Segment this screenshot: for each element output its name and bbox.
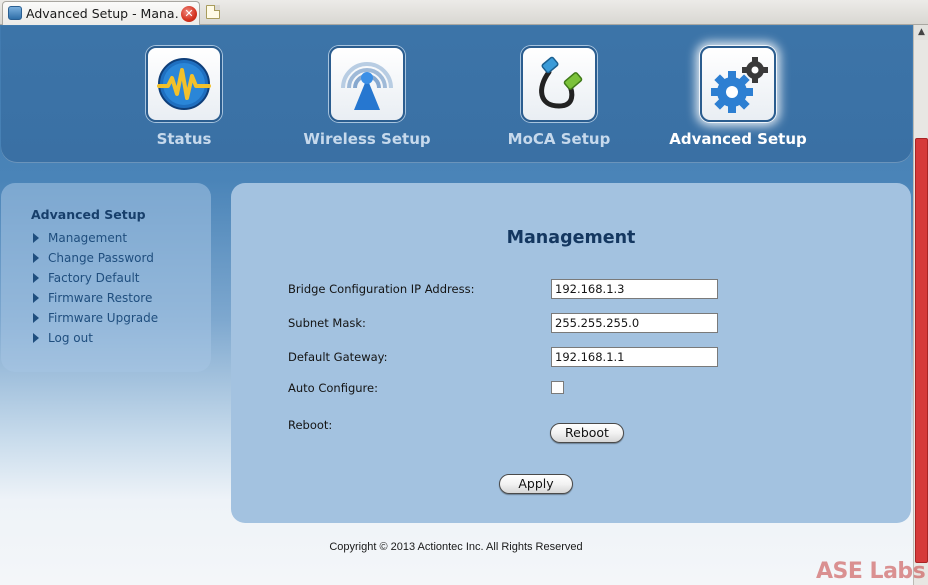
browser-tab[interactable]: Advanced Setup - Mana… ✕ [2, 1, 200, 25]
top-navigation: Status Wireless Setup MoCA Setup Advance… [1, 26, 912, 163]
scrollbar-thumb[interactable] [915, 138, 928, 563]
nav-status-label: Status [156, 130, 212, 148]
triangle-right-icon [33, 273, 39, 283]
nav-moca-setup-label: MoCA Setup [507, 130, 611, 148]
sidebar-item-change-password[interactable]: Change Password [31, 250, 158, 270]
bridge-ip-input[interactable]: 192.168.1.3 [551, 279, 718, 299]
sidebar-item-firmware-restore[interactable]: Firmware Restore [31, 290, 158, 310]
reboot-label: Reboot: [288, 418, 333, 432]
tab-close-icon[interactable]: ✕ [181, 6, 197, 22]
new-tab-icon[interactable] [206, 5, 220, 19]
sidebar: Advanced Setup Management Change Passwor… [1, 183, 211, 372]
triangle-right-icon [33, 293, 39, 303]
gears-icon[interactable] [700, 46, 776, 122]
scroll-up-arrow-icon[interactable]: ▲ [914, 25, 928, 40]
waveform-icon[interactable] [146, 46, 222, 122]
sidebar-item-label: Management [48, 231, 128, 245]
nav-wireless-setup-label: Wireless Setup [303, 130, 431, 148]
sidebar-item-log-out[interactable]: Log out [31, 330, 158, 350]
triangle-right-icon [33, 233, 39, 243]
wireless-antenna-icon[interactable] [329, 46, 405, 122]
vertical-scrollbar[interactable]: ▲ [913, 25, 928, 585]
sidebar-item-label: Log out [48, 331, 93, 345]
sidebar-item-label: Firmware Upgrade [48, 311, 159, 325]
sidebar-item-label: Change Password [48, 251, 154, 265]
management-panel: Management Bridge Configuration IP Addre… [231, 183, 911, 523]
nav-wireless-setup[interactable]: Wireless Setup [303, 26, 431, 163]
default-gateway-label: Default Gateway: [288, 350, 388, 364]
browser-tab-title: Advanced Setup - Mana… [26, 6, 178, 21]
page-title: Management [506, 228, 636, 248]
triangle-right-icon [33, 253, 39, 263]
reboot-button[interactable]: Reboot [550, 423, 624, 443]
sidebar-item-management[interactable]: Management [31, 230, 158, 250]
cable-icon[interactable] [521, 46, 597, 122]
watermark-logo: ASE Labs [816, 559, 926, 584]
nav-status[interactable]: Status [146, 26, 222, 163]
browser-tab-bar: Advanced Setup - Mana… ✕ [0, 0, 928, 25]
sidebar-menu: Management Change Password Factory Defau… [31, 230, 158, 350]
sidebar-item-label: Factory Default [48, 271, 140, 285]
sidebar-title: Advanced Setup [31, 207, 146, 222]
sidebar-item-label: Firmware Restore [48, 291, 153, 305]
subnet-mask-label: Subnet Mask: [288, 316, 366, 330]
default-gateway-input[interactable]: 192.168.1.1 [551, 347, 718, 367]
apply-button[interactable]: Apply [499, 474, 573, 494]
bridge-ip-label: Bridge Configuration IP Address: [288, 282, 475, 296]
nav-advanced-setup-label: Advanced Setup [669, 130, 807, 148]
nav-moca-setup[interactable]: MoCA Setup [508, 26, 610, 163]
copyright-footer: Copyright © 2013 Actiontec Inc. All Righ… [329, 541, 583, 553]
auto-configure-label: Auto Configure: [288, 381, 378, 395]
sidebar-item-factory-default[interactable]: Factory Default [31, 270, 158, 290]
triangle-right-icon [33, 313, 39, 323]
auto-configure-checkbox[interactable] [551, 381, 564, 394]
page-favicon-icon [8, 6, 22, 20]
triangle-right-icon [33, 333, 39, 343]
nav-advanced-setup[interactable]: Advanced Setup [669, 26, 807, 163]
sidebar-item-firmware-upgrade[interactable]: Firmware Upgrade [31, 310, 158, 330]
subnet-mask-input[interactable]: 255.255.255.0 [551, 313, 718, 333]
